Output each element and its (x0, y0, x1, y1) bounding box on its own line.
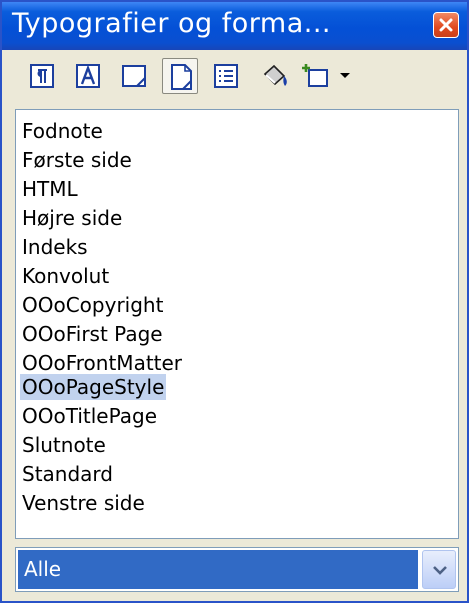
list-item[interactable]: Første side (20, 147, 134, 173)
fill-format-mode-button[interactable] (257, 58, 293, 94)
list-item[interactable]: OOoCopyright (20, 292, 165, 318)
list-styles-button[interactable] (208, 58, 244, 94)
list-item[interactable]: Venstre side (20, 490, 147, 516)
list-item[interactable]: OOoFirst Page (20, 321, 165, 347)
styles-and-formatting-window: Typografier og forma... Fodnote Første s… (0, 0, 469, 603)
list-item[interactable]: HTML (20, 176, 80, 202)
list-item[interactable]: Standard (20, 461, 115, 487)
title-bar[interactable]: Typografier og forma... (2, 2, 467, 50)
list-item[interactable]: Fodnote (20, 118, 105, 144)
list-item[interactable]: OOoFrontMatter (20, 350, 184, 376)
list-item[interactable]: Konvolut (20, 263, 111, 289)
styles-list[interactable]: Fodnote Første side HTML Højre side Inde… (15, 109, 459, 539)
list-item[interactable]: Slutnote (20, 432, 108, 458)
paragraph-styles-icon (30, 64, 54, 88)
paint-bucket-icon (263, 64, 287, 86)
paragraph-styles-button[interactable] (24, 58, 60, 94)
toolbar (2, 50, 467, 104)
character-styles-icon (76, 64, 100, 88)
style-filter-dropdown-button[interactable] (422, 550, 456, 589)
new-style-from-selection-button[interactable] (298, 58, 334, 94)
character-styles-button[interactable] (70, 58, 106, 94)
style-filter-select[interactable]: Alle (15, 547, 459, 592)
list-item[interactable]: OOoTitlePage (20, 403, 159, 429)
new-style-icon (302, 64, 328, 87)
frame-styles-icon (122, 65, 146, 87)
list-item[interactable]: Højre side (20, 205, 124, 231)
close-icon (439, 18, 453, 32)
close-button[interactable] (433, 12, 459, 38)
list-item-selected[interactable]: OOoPageStyle (20, 374, 167, 400)
list-item[interactable]: Indeks (20, 234, 90, 260)
list-styles-icon (214, 64, 238, 88)
new-style-dropdown-button[interactable] (334, 58, 356, 94)
page-styles-button[interactable] (162, 58, 198, 94)
frame-styles-button[interactable] (116, 58, 152, 94)
page-styles-icon (171, 64, 192, 90)
chevron-down-icon (340, 73, 350, 78)
chevron-down-icon (433, 566, 447, 575)
style-filter-value[interactable]: Alle (18, 550, 418, 589)
window-title: Typografier og forma... (12, 8, 331, 39)
